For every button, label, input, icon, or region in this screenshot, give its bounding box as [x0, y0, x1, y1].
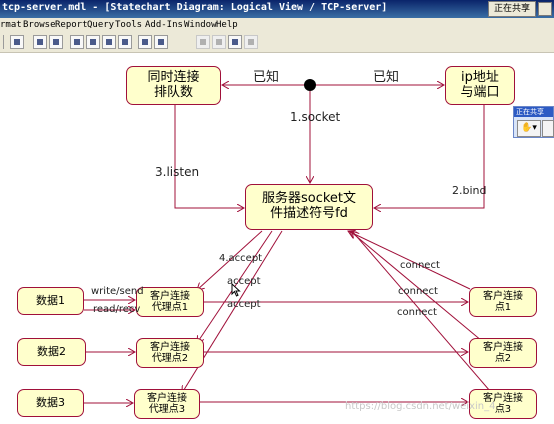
state-client1[interactable]: 客户连接 点1 — [469, 287, 537, 317]
label-known-right: 已知 — [373, 70, 400, 85]
label-connect-2: connect — [398, 286, 438, 297]
menu-query[interactable]: Query — [87, 20, 114, 30]
state-data3[interactable]: 数据3 — [17, 389, 84, 417]
mouse-cursor-icon — [231, 283, 241, 297]
menu-help[interactable]: Help — [216, 20, 238, 30]
menu-format[interactable]: rmat — [0, 20, 22, 30]
menu-window[interactable]: Window — [184, 20, 217, 30]
pointer-help-icon[interactable] — [33, 35, 47, 49]
state-data2[interactable]: 数据2 — [17, 338, 86, 366]
watermark: https://blog.csdn.net/weixin_4 — [345, 401, 496, 412]
state-proxy3[interactable]: 客户连接 代理点3 — [134, 389, 200, 419]
initial-state-dot — [304, 79, 316, 91]
transition-listen — [174, 105, 244, 208]
label-known-left: 已知 — [253, 70, 280, 85]
label-read-recv: read/recv — [93, 304, 141, 315]
state-ipport[interactable]: ip地址 与端口 — [445, 66, 515, 105]
back-arrow-icon[interactable] — [154, 35, 168, 49]
share-panel-extra-button[interactable] — [542, 120, 554, 137]
toolbar-divider — [3, 35, 4, 49]
doc2-icon[interactable] — [86, 35, 100, 49]
state-server-fd[interactable]: 服务器socket文 件描述符号fd — [245, 184, 373, 230]
browser-window-icon[interactable] — [49, 35, 63, 49]
state-data1[interactable]: 数据1 — [17, 287, 84, 315]
fit-icon[interactable] — [228, 35, 242, 49]
label-bind: 2.bind — [452, 184, 487, 197]
state-client2[interactable]: 客户连接 点2 — [469, 338, 537, 368]
label-accept-b: accept — [227, 299, 261, 310]
label-connect-3: connect — [397, 307, 437, 318]
layout-icon[interactable] — [244, 35, 258, 49]
diagram-canvas[interactable]: 同时连接 排队数 ip地址 与端口 服务器socket文 件描述符号fd 数据1… — [0, 53, 554, 424]
doc3-icon[interactable] — [102, 35, 116, 49]
doc4-icon[interactable] — [118, 35, 132, 49]
label-accept-4: 4.accept — [219, 253, 263, 264]
menu-browse[interactable]: Browse — [23, 20, 56, 30]
doc-icon[interactable] — [70, 35, 84, 49]
window-control-button[interactable] — [538, 2, 552, 16]
title-bar: tcp-server.mdl - [Statechart Diagram: Lo… — [0, 0, 554, 18]
menu-report[interactable]: Report — [55, 20, 88, 30]
sharing-button[interactable]: 正在共享 — [488, 1, 536, 17]
transition-lines — [0, 79, 491, 424]
menu-add-ins[interactable]: Add-Ins — [145, 20, 183, 30]
window-title: tcp-server.mdl - [Statechart Diagram: Lo… — [2, 2, 388, 13]
sharing-panel-title: 正在共享 — [514, 107, 553, 117]
state-queue[interactable]: 同时连接 排队数 — [126, 66, 221, 105]
state-proxy1[interactable]: 客户连接 代理点1 — [136, 287, 204, 317]
print-icon[interactable] — [10, 35, 24, 49]
zoom-in-icon[interactable] — [196, 35, 210, 49]
label-write-send: write/send — [91, 286, 144, 297]
hand-tool-button[interactable]: ✋▾ — [517, 120, 541, 137]
toolbar — [0, 32, 554, 53]
label-socket: 1.socket — [290, 110, 341, 124]
sharing-panel: 正在共享 ✋▾ — [513, 106, 554, 138]
up-icon[interactable] — [138, 35, 152, 49]
zoom-out-icon[interactable] — [212, 35, 226, 49]
label-listen: 3.listen — [155, 165, 200, 179]
state-proxy2[interactable]: 客户连接 代理点2 — [136, 338, 204, 368]
menu-bar: rmat Browse Report Query Tools Add-Ins W… — [0, 18, 554, 32]
label-connect-1: connect — [400, 260, 440, 271]
menu-tools[interactable]: Tools — [115, 20, 142, 30]
